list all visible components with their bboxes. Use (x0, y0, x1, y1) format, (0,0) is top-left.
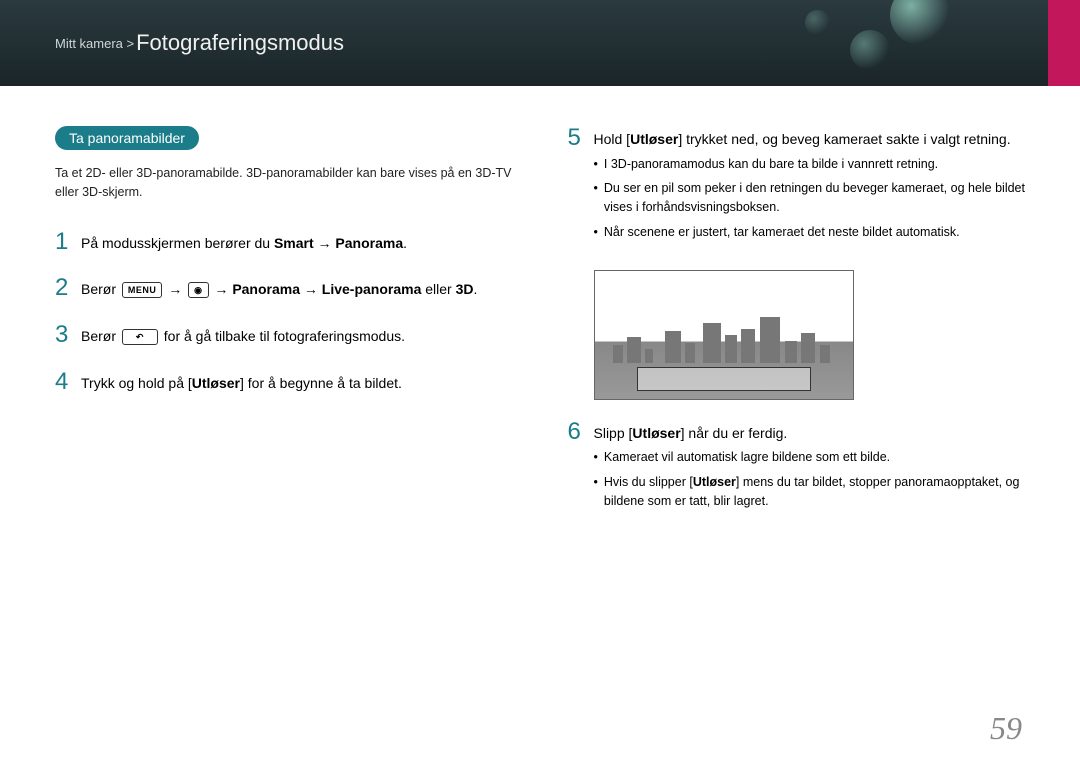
right-column: 5 Hold [Utløser] trykket ned, og beveg k… (568, 126, 1031, 539)
bullet: Du ser en pil som peker i den retningen … (594, 179, 1031, 217)
bullet: Når scenene er justert, tar kameraet det… (594, 223, 1031, 242)
decorative-orb (890, 0, 950, 45)
step-2: 2 Berør MENU → ◉ → Panorama → Live-panor… (55, 276, 518, 301)
bullet-list: I 3D-panoramamodus kan du bare ta bilde … (594, 155, 1031, 242)
bullet: Hvis du slipper [Utløser] mens du tar bi… (594, 473, 1031, 511)
step-5: 5 Hold [Utløser] trykket ned, og beveg k… (568, 126, 1031, 248)
panorama-preview (594, 270, 854, 400)
step-text: Trykk og hold på [Utløser] for å begynne… (81, 370, 518, 395)
camera-icon: ◉ (188, 282, 208, 298)
section-pill: Ta panoramabilder (55, 126, 199, 150)
step-1: 1 På modusskjermen berører du Smart → Pa… (55, 230, 518, 255)
step-number: 4 (55, 370, 81, 395)
step-text: Hold [Utløser] trykket ned, og beveg kam… (594, 126, 1031, 248)
page-number: 59 (990, 710, 1022, 747)
bullet-list: Kameraet vil automatisk lagre bildene so… (594, 448, 1031, 510)
left-column: Ta panoramabilder Ta et 2D- eller 3D-pan… (55, 126, 518, 539)
step-text: Slipp [Utløser] når du er ferdig. Kamera… (594, 420, 1031, 517)
bullet: I 3D-panoramamodus kan du bare ta bilde … (594, 155, 1031, 174)
content: Ta panoramabilder Ta et 2D- eller 3D-pan… (0, 86, 1080, 539)
decorative-orb (850, 30, 890, 70)
back-icon: ↶ (122, 329, 158, 345)
menu-icon: MENU (122, 282, 163, 298)
bullet: Kameraet vil automatisk lagre bildene so… (594, 448, 1031, 467)
step-text: Berør ↶ for å gå tilbake til fotograferi… (81, 323, 518, 348)
header-accent (1048, 0, 1080, 86)
intro-text: Ta et 2D- eller 3D-panoramabilde. 3D-pan… (55, 164, 518, 202)
step-6: 6 Slipp [Utløser] når du er ferdig. Kame… (568, 420, 1031, 517)
step-number: 1 (55, 230, 81, 255)
step-number: 5 (568, 126, 594, 248)
step-number: 2 (55, 276, 81, 301)
decorative-orb (805, 10, 830, 35)
step-3: 3 Berør ↶ for å gå tilbake til fotografe… (55, 323, 518, 348)
step-text: På modusskjermen berører du Smart → Pano… (81, 230, 518, 255)
step-4: 4 Trykk og hold på [Utløser] for å begyn… (55, 370, 518, 395)
step-number: 6 (568, 420, 594, 517)
page-header: Mitt kamera > Fotograferingsmodus (0, 0, 1080, 86)
breadcrumb: Mitt kamera > (55, 36, 134, 51)
skyline-graphic (595, 323, 853, 363)
page-title: Fotograferingsmodus (136, 30, 344, 56)
capture-strip (637, 367, 811, 391)
step-text: Berør MENU → ◉ → Panorama → Live-panoram… (81, 276, 518, 301)
step-number: 3 (55, 323, 81, 348)
